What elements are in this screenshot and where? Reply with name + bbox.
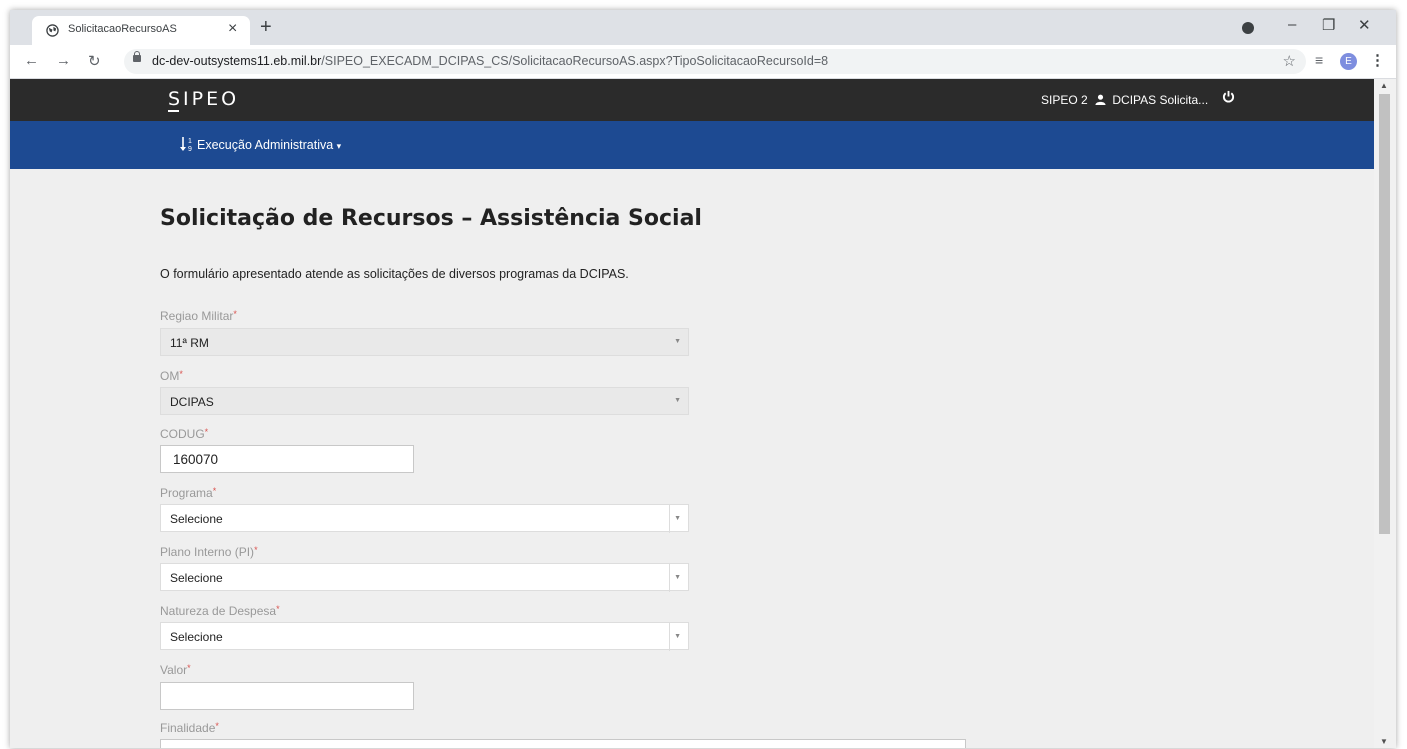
finalidade-textarea[interactable] [160,739,966,748]
page-viewport: SIPEO SIPEO 2 DCIPAS Solicita... 1 9 Exe… [10,79,1374,748]
close-window-icon[interactable]: ✕ [1358,16,1371,34]
app-header: SIPEO SIPEO 2 DCIPAS Solicita... [10,79,1374,121]
minimize-icon[interactable]: – [1288,16,1296,33]
system-link[interactable]: SIPEO 2 [1041,93,1088,107]
regiao-value: 11ª RM [170,336,209,350]
logo-underline [168,110,179,112]
browser-window: SolicitacaoRecursoAS × + – ❐ ✕ ← → ↻ dc-… [10,10,1396,748]
chevron-down-icon: ▼ [674,338,681,345]
restore-icon[interactable]: ❐ [1322,16,1335,34]
codug-label: CODUG* [160,427,209,441]
chevron-down-icon: ▼ [669,505,681,533]
required-mark: * [204,427,209,437]
chevron-down-icon: ▼ [674,397,681,404]
reading-list-icon[interactable]: ≡ [1315,52,1323,68]
new-tab-button[interactable]: + [260,16,272,39]
extension-icon[interactable] [1242,22,1254,34]
lock-icon [133,51,141,62]
bookmark-star-icon[interactable]: ☆ [1283,52,1296,70]
finalidade-label: Finalidade* [160,721,219,735]
regiao-select[interactable]: 11ª RM ▼ [160,328,689,356]
required-mark: * [179,369,183,379]
globe-icon [46,24,59,37]
pi-label: Plano Interno (PI)* [160,545,258,559]
scroll-down-icon[interactable]: ▼ [1380,737,1388,746]
om-label: OM* [160,369,183,383]
reload-icon[interactable]: ↻ [88,52,101,70]
scroll-up-icon[interactable]: ▲ [1380,81,1388,90]
user-name[interactable]: DCIPAS Solicita... [1112,93,1208,107]
close-tab-icon[interactable]: × [228,20,237,38]
codug-input[interactable]: 160070 [160,445,414,473]
back-icon[interactable]: ← [24,52,39,69]
valor-input[interactable] [160,682,414,710]
sort-numeric-icon: 1 9 [180,137,192,153]
browser-toolbar: ← → ↻ dc-dev-outsystems11.eb.mil.br/SIPE… [10,45,1396,79]
chevron-down-icon: ▾ [336,141,342,151]
required-mark: * [212,486,217,496]
forward-icon[interactable]: → [56,52,71,69]
svg-text:9: 9 [188,146,192,152]
om-value: DCIPAS [170,395,214,409]
natureza-value: Selecione [170,630,223,644]
scroll-thumb[interactable] [1379,94,1390,534]
user-area[interactable]: SIPEO 2 DCIPAS Solicita... [1041,93,1208,107]
pi-value: Selecione [170,571,223,585]
om-select[interactable]: DCIPAS ▼ [160,387,689,415]
power-icon[interactable] [1222,90,1235,103]
tab-strip: SolicitacaoRecursoAS × + – ❐ ✕ [10,10,1396,45]
programa-label: Programa* [160,486,217,500]
codug-value: 160070 [173,452,219,467]
page-scrollbar[interactable]: ▲ ▼ [1374,79,1396,748]
required-mark: * [254,545,258,555]
url-text[interactable]: dc-dev-outsystems11.eb.mil.br/SIPEO_EXEC… [152,54,828,68]
main-menu-bar: 1 9 Execução Administrativa ▾ [10,121,1374,169]
browser-menu-icon[interactable]: ⋮ [1370,51,1385,69]
browser-tab[interactable]: SolicitacaoRecursoAS × [32,16,250,45]
svg-text:1: 1 [188,138,192,145]
user-icon [1095,94,1106,105]
profile-avatar[interactable]: E [1340,53,1357,70]
pi-select[interactable]: Selecione ▼ [160,563,689,592]
menu-label: Execução Administrativa [197,138,334,152]
required-mark: * [215,721,219,731]
page-title: Solicitação de Recursos – Assistência So… [160,206,702,231]
sipeo-logo[interactable]: SIPEO [168,88,239,110]
regiao-label: Regiao Militar* [160,309,237,323]
valor-label: Valor* [160,663,191,677]
chevron-down-icon: ▼ [669,564,681,592]
natureza-select[interactable]: Selecione ▼ [160,622,689,651]
required-mark: * [276,604,280,614]
chevron-down-icon: ▼ [669,623,681,651]
address-bar[interactable]: dc-dev-outsystems11.eb.mil.br/SIPEO_EXEC… [124,49,1306,74]
tab-title: SolicitacaoRecursoAS [68,23,177,35]
programa-select[interactable]: Selecione ▼ [160,504,689,533]
required-mark: * [233,309,237,319]
required-mark: * [187,663,191,673]
programa-value: Selecione [170,512,223,526]
form-intro: O formulário apresentado atende as solic… [160,267,629,281]
natureza-label: Natureza de Despesa* [160,604,280,618]
menu-execucao-administrativa[interactable]: 1 9 Execução Administrativa ▾ [180,136,342,153]
